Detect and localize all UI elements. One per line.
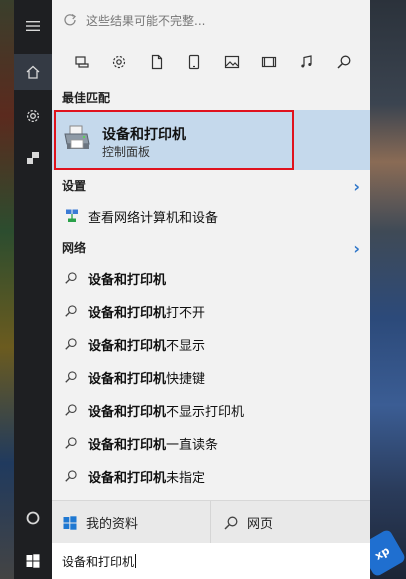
- refresh-icon[interactable]: [62, 12, 78, 28]
- web-suggestion[interactable]: 设备和打印机 一直读条: [52, 427, 370, 459]
- printer-icon: [64, 125, 90, 149]
- music-icon[interactable]: [295, 50, 319, 74]
- web-suggestion[interactable]: 设备和打印机 不显示: [52, 328, 370, 360]
- notice-text: 这些结果可能不完整...: [86, 13, 206, 28]
- windows-start-icon[interactable]: [14, 543, 52, 579]
- incomplete-results-notice: 这些结果可能不完整...: [52, 0, 370, 40]
- best-match-subtitle: 控制面板: [102, 145, 151, 159]
- settings-result-item[interactable]: 查看网络计算机和设备: [52, 200, 370, 232]
- suggestion-rest: 未指定: [166, 470, 206, 486]
- search-scope-bar: 我的资料 网页: [52, 500, 370, 544]
- search-icon: [65, 404, 77, 416]
- search-results-panel: 这些结果可能不完整... 最佳匹配 设备和打印机 控制面板 设置 › 查看网络计…: [52, 0, 370, 544]
- chevron-right-icon[interactable]: ›: [353, 177, 360, 196]
- web-suggestion[interactable]: 设备和打印机 快捷键: [52, 361, 370, 393]
- settings-item-label: 查看网络计算机和设备: [88, 210, 219, 226]
- suggestion-match: 设备和打印机: [88, 437, 167, 453]
- web-suggestion[interactable]: 设备和打印机 打不开: [52, 295, 370, 327]
- section-best-match: 最佳匹配: [52, 84, 370, 110]
- web-suggestion[interactable]: 设备和打印机 未指定: [52, 460, 370, 492]
- start-rail: [14, 0, 52, 579]
- web-search-button[interactable]: 网页: [210, 501, 370, 544]
- settings-icon[interactable]: [107, 50, 131, 74]
- best-match-result[interactable]: 设备和打印机 控制面板: [52, 110, 370, 170]
- search-icon: [65, 371, 77, 383]
- suggestion-rest: 快捷键: [166, 371, 206, 387]
- search-query: 设备和打印机: [62, 554, 135, 569]
- suggestion-match: 设备和打印机: [88, 404, 167, 420]
- search-icon: [224, 516, 238, 530]
- suggestion-match: 设备和打印机: [88, 470, 167, 486]
- video-icon[interactable]: [257, 50, 281, 74]
- web-suggestion[interactable]: 设备和打印机 不显示打印机: [52, 394, 370, 426]
- best-match-title: 设备和打印机: [102, 127, 186, 143]
- chevron-right-icon[interactable]: ›: [353, 239, 360, 258]
- settings-gear-icon[interactable]: [14, 98, 52, 134]
- text-caret: [135, 554, 137, 568]
- suggestion-rest: 不显示打印机: [166, 404, 245, 420]
- section-web[interactable]: 网络 ›: [52, 234, 370, 260]
- desktop-icons-strip: [0, 0, 14, 579]
- web-suggestion[interactable]: 设备和打印机: [52, 262, 370, 294]
- search-icon: [65, 305, 77, 317]
- cortana-circle-icon[interactable]: [14, 500, 52, 536]
- section-label: 最佳匹配: [62, 90, 111, 105]
- web-search-label: 网页: [247, 517, 274, 532]
- search-icon: [65, 272, 77, 284]
- search-icon: [65, 437, 77, 449]
- network-computer-icon: [66, 209, 78, 222]
- photo-icon[interactable]: [220, 50, 244, 74]
- suggestion-match: 设备和打印机: [88, 272, 167, 288]
- suggestion-rest: 打不开: [166, 305, 206, 321]
- document-icon[interactable]: [145, 50, 169, 74]
- section-label: 设置: [62, 178, 87, 193]
- hamburger-menu-icon[interactable]: [14, 8, 52, 44]
- search-icon[interactable]: [332, 50, 356, 74]
- wallpaper-photo: [366, 0, 406, 579]
- suggestion-match: 设备和打印机: [88, 338, 167, 354]
- section-label: 网络: [62, 240, 87, 255]
- start-menu: 这些结果可能不完整... 最佳匹配 设备和打印机 控制面板 设置 › 查看网络计…: [14, 0, 370, 579]
- search-icon: [65, 470, 77, 482]
- home-icon[interactable]: [14, 54, 52, 90]
- device-icon[interactable]: [14, 140, 52, 176]
- search-icon: [65, 338, 77, 350]
- apps-icon[interactable]: [70, 50, 94, 74]
- suggestion-rest: 一直读条: [166, 437, 219, 453]
- suggestion-match: 设备和打印机: [88, 371, 167, 387]
- suggestion-match: 设备和打印机: [88, 305, 167, 321]
- search-input[interactable]: 设备和打印机: [52, 543, 370, 579]
- my-stuff-label: 我的资料: [86, 517, 139, 532]
- my-stuff-button[interactable]: 我的资料: [52, 501, 210, 544]
- windows-logo-icon: [63, 515, 77, 530]
- search-filter-bar: [52, 40, 370, 84]
- tablet-icon[interactable]: [182, 50, 206, 74]
- suggestion-rest: 不显示: [166, 338, 206, 354]
- section-settings[interactable]: 设置 ›: [52, 172, 370, 198]
